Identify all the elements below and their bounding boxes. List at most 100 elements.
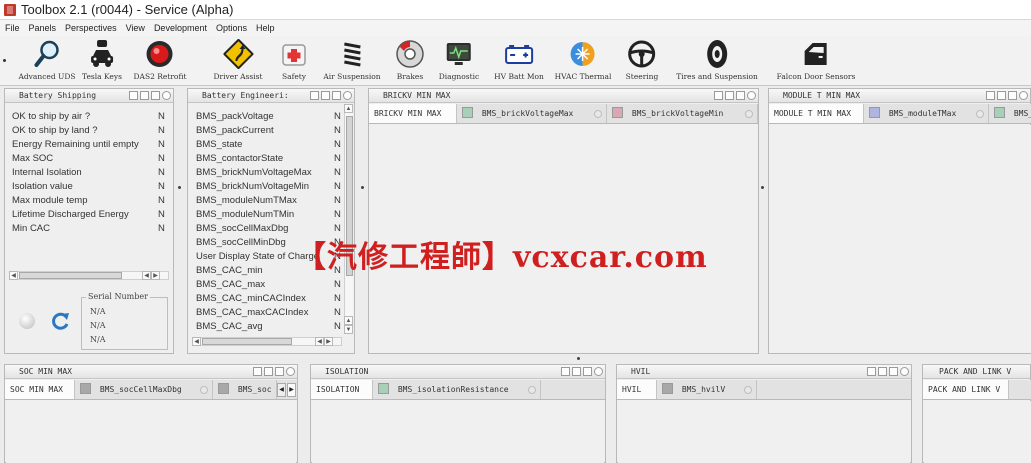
- toolbar-button-hv-batt-mon[interactable]: HV Batt Mon: [494, 38, 544, 81]
- refresh-icon[interactable]: [51, 311, 71, 331]
- toolbar-button-brakes[interactable]: Brakes: [395, 38, 425, 81]
- scroll-up-arrow[interactable]: ▲: [344, 104, 353, 113]
- panel-restore-button[interactable]: [725, 91, 734, 100]
- panel-maximize-button[interactable]: [736, 91, 745, 100]
- hvil-header[interactable]: HVIL: [617, 365, 911, 379]
- panel-menu-button[interactable]: [561, 367, 570, 376]
- menu-panels[interactable]: Panels: [29, 23, 57, 33]
- panel-close-button[interactable]: [286, 367, 295, 376]
- tab-close-icon[interactable]: [594, 110, 602, 118]
- menu-view[interactable]: View: [126, 23, 145, 33]
- hvil-tab-bar: HVIL BMS_hvilV: [617, 380, 911, 400]
- panel-close-button[interactable]: [900, 367, 909, 376]
- panel-restore-button[interactable]: [997, 91, 1006, 100]
- scroll-left-arrow[interactable]: ◀: [192, 337, 201, 346]
- panel-menu-button[interactable]: [986, 91, 995, 100]
- pack-link-header[interactable]: PACK AND LINK V: [923, 365, 1030, 379]
- tab-isolation[interactable]: ISOLATION: [311, 380, 373, 399]
- tab-close-icon[interactable]: [976, 110, 984, 118]
- tab-close-icon[interactable]: [745, 110, 753, 118]
- menu-options[interactable]: Options: [216, 23, 247, 33]
- tab-module-t-min-max[interactable]: MODULE T MIN MAX: [769, 104, 864, 123]
- menu-help[interactable]: Help: [256, 23, 275, 33]
- toolbar-grip[interactable]: [3, 59, 6, 62]
- toolbar-button-diagnostic[interactable]: Diagnostic: [439, 38, 479, 81]
- toolbar-button-hvac-thermal[interactable]: HVAC Thermal: [555, 38, 611, 81]
- menu-development[interactable]: Development: [154, 23, 207, 33]
- scroll-left-arrow[interactable]: ◀: [9, 271, 18, 280]
- tab-bms-module-t-min[interactable]: BMS_: [989, 104, 1031, 123]
- panel-close-button[interactable]: [162, 91, 171, 100]
- panel-menu-button[interactable]: [129, 91, 138, 100]
- panel-maximize-button[interactable]: [1008, 91, 1017, 100]
- tab-brickv-min-max[interactable]: BRICKV MIN MAX: [369, 104, 457, 123]
- shipping-horizontal-scrollbar[interactable]: ◀ ◀ ▶: [9, 271, 169, 280]
- toolbar-button-tesla-keys[interactable]: Tesla Keys: [82, 38, 122, 81]
- toolbar-button-advanced-uds[interactable]: Advanced UDS: [18, 38, 76, 81]
- splitter-handle[interactable]: [761, 186, 764, 189]
- panel-maximize-button[interactable]: [151, 91, 160, 100]
- scrollbar-thumb[interactable]: [202, 338, 292, 345]
- scroll-down-arrow[interactable]: ▼: [344, 325, 353, 334]
- brickv-header[interactable]: BRICKV MIN MAX: [369, 89, 758, 103]
- tab-bms-hvil-v[interactable]: BMS_hvilV: [657, 380, 757, 399]
- module-t-header[interactable]: MODULE T MIN MAX: [769, 89, 1030, 103]
- tab-pack-and-link-v[interactable]: PACK AND LINK V: [923, 380, 1009, 399]
- tab-close-icon[interactable]: [528, 386, 536, 394]
- tab-soc-min-max[interactable]: SOC MIN MAX: [5, 380, 75, 399]
- scroll-left-arrow[interactable]: ◀: [315, 337, 324, 346]
- engineering-row-label: BMS_CAC_max: [196, 279, 266, 290]
- panel-restore-button[interactable]: [264, 367, 273, 376]
- panel-menu-button[interactable]: [253, 367, 262, 376]
- tab-bms-soc-cell-min-dbg[interactable]: BMS_soc: [213, 380, 277, 399]
- panel-maximize-button[interactable]: [583, 367, 592, 376]
- panel-maximize-button[interactable]: [275, 367, 284, 376]
- tab-bms-brick-voltage-max[interactable]: BMS_brickVoltageMax: [457, 104, 607, 123]
- scroll-right-arrow[interactable]: ▶: [151, 271, 160, 280]
- battery-shipping-header[interactable]: Battery Shipping: [5, 89, 173, 103]
- toolbar-button-das2-retrofit[interactable]: DAS2 Retrofit: [134, 38, 186, 81]
- panel-maximize-button[interactable]: [332, 91, 341, 100]
- menu-perspectives[interactable]: Perspectives: [65, 23, 117, 33]
- battery-engineering-header[interactable]: Battery Engineeri:: [188, 89, 354, 103]
- toolbar-button-driver-assist[interactable]: Driver Assist: [213, 38, 263, 81]
- panel-restore-button[interactable]: [572, 367, 581, 376]
- engineering-vertical-scrollbar[interactable]: ▲ ▲ ▼: [344, 104, 353, 334]
- tab-bms-soc-cell-max-dbg[interactable]: BMS_socCellMaxDbg: [75, 380, 213, 399]
- tab-scroll-right-button[interactable]: ▶: [287, 383, 296, 397]
- scroll-up-arrow[interactable]: ▲: [344, 316, 353, 325]
- panel-close-button[interactable]: [1019, 91, 1028, 100]
- toolbar-button-air-suspension[interactable]: Air Suspension: [323, 38, 381, 81]
- toolbar-button-steering[interactable]: Steering: [626, 38, 658, 81]
- toolbar-button-tires-and-suspension[interactable]: Tires and Suspension: [676, 38, 758, 81]
- panel-restore-button[interactable]: [140, 91, 149, 100]
- soc-header[interactable]: SOC MIN MAX: [5, 365, 297, 379]
- tab-hvil[interactable]: HVIL: [617, 380, 657, 399]
- panel-maximize-button[interactable]: [889, 367, 898, 376]
- tab-bms-brick-voltage-min[interactable]: BMS_brickVoltageMin: [607, 104, 758, 123]
- menu-file[interactable]: File: [5, 23, 20, 33]
- splitter-handle[interactable]: [361, 186, 364, 189]
- toolbar-button-safety[interactable]: Safety: [279, 38, 309, 81]
- tab-scroll-left-button[interactable]: ◀: [277, 383, 286, 397]
- toolbar-button-falcon-door-sensors[interactable]: Falcon Door Sensors: [777, 38, 855, 81]
- panel-restore-button[interactable]: [878, 367, 887, 376]
- splitter-handle[interactable]: [178, 186, 181, 189]
- tab-close-icon[interactable]: [200, 386, 208, 394]
- splitter-handle[interactable]: [577, 357, 580, 360]
- panel-close-button[interactable]: [343, 91, 352, 100]
- tab-close-icon[interactable]: [744, 386, 752, 394]
- panel-close-button[interactable]: [747, 91, 756, 100]
- panel-close-button[interactable]: [594, 367, 603, 376]
- tab-bms-module-t-max[interactable]: BMS_moduleTMax: [864, 104, 989, 123]
- scroll-left-arrow[interactable]: ◀: [142, 271, 151, 280]
- panel-menu-button[interactable]: [714, 91, 723, 100]
- scrollbar-thumb[interactable]: [19, 272, 122, 279]
- scroll-right-arrow[interactable]: ▶: [324, 337, 333, 346]
- panel-restore-button[interactable]: [321, 91, 330, 100]
- tab-bms-isolation-resistance[interactable]: BMS_isolationResistance: [373, 380, 541, 399]
- engineering-horizontal-scrollbar[interactable]: ◀ ◀ ▶: [192, 337, 342, 346]
- panel-menu-button[interactable]: [310, 91, 319, 100]
- panel-menu-button[interactable]: [867, 367, 876, 376]
- isolation-header[interactable]: ISOLATION: [311, 365, 605, 379]
